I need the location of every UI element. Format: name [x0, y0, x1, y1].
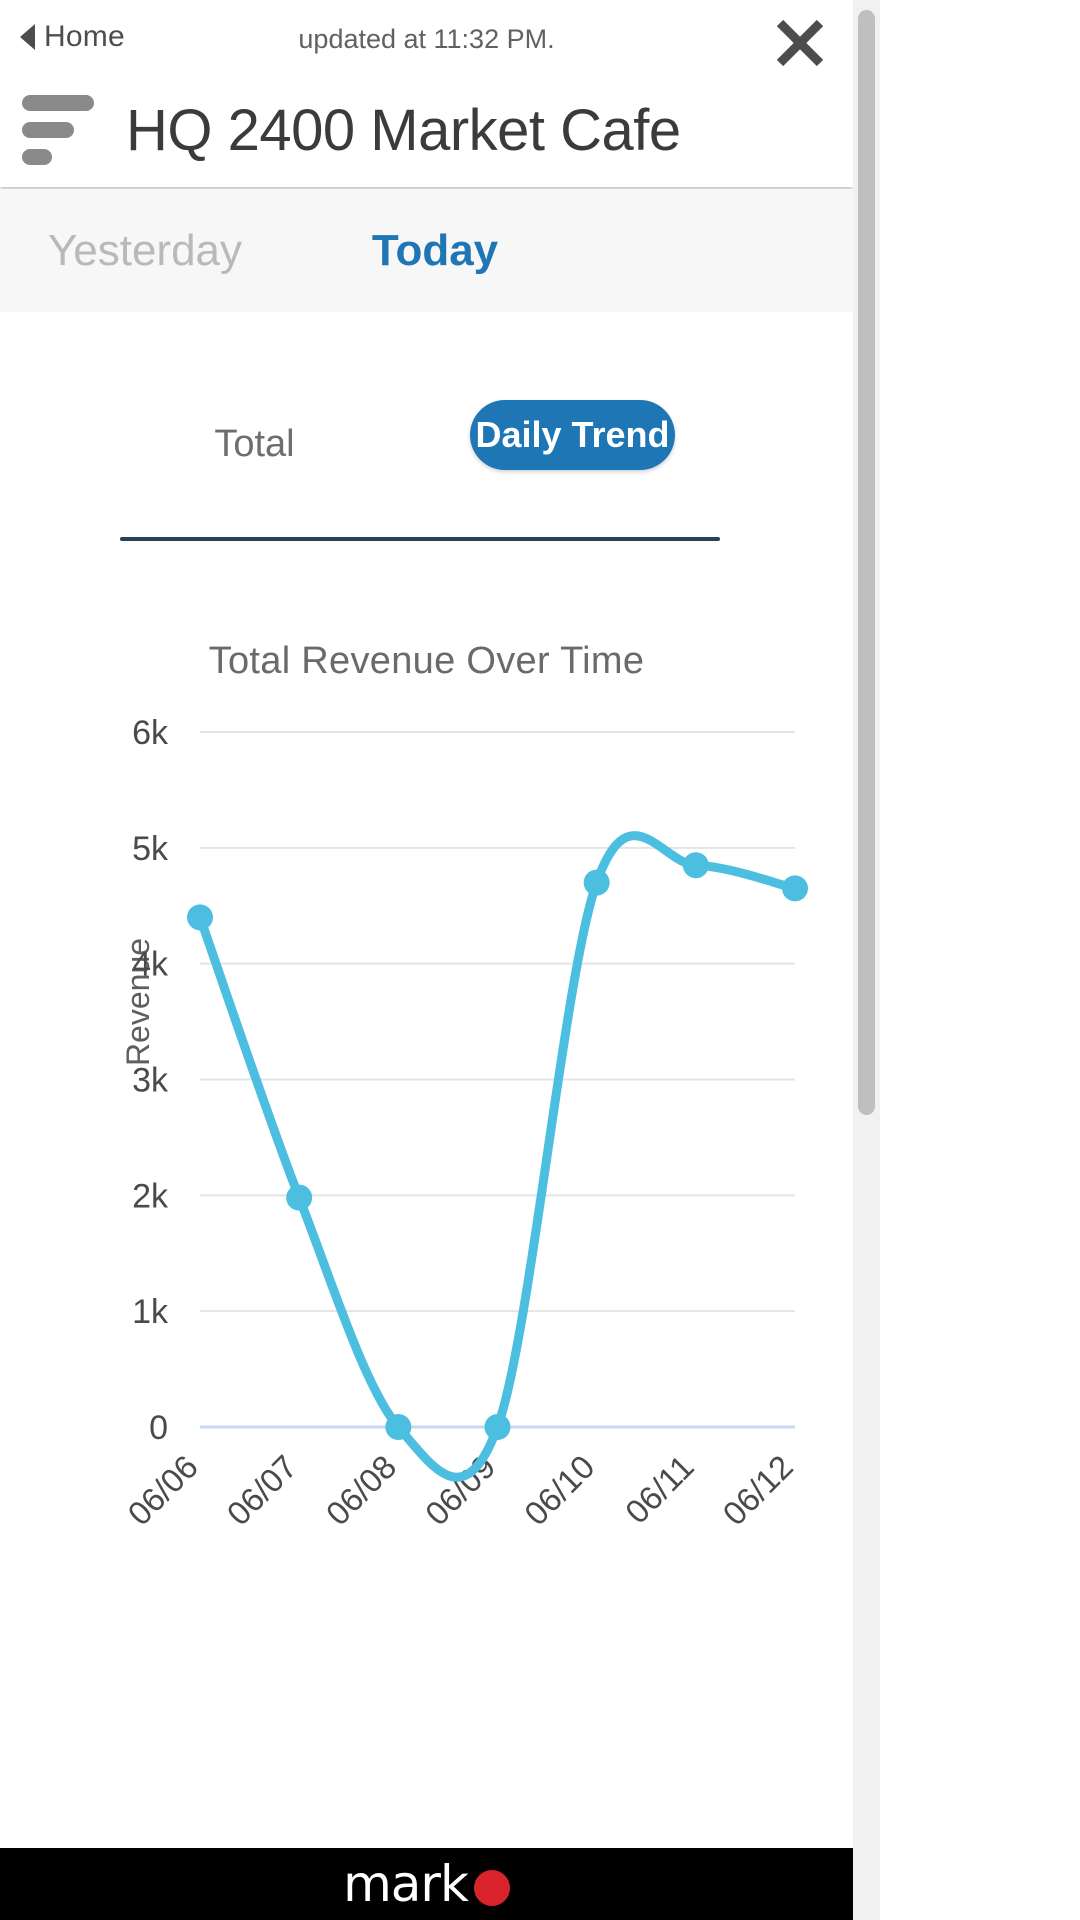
chart-plot-area[interactable]: 6k 5k 4k 3k 2k 1k 0 06/06 06/07 06/08 06/09 06/10 0… — [0, 692, 853, 1752]
y-tick-label: 5k — [132, 830, 169, 868]
x-tick-label: 06/06 — [120, 1448, 205, 1533]
report-screen: Home updated at 11:32 PM. HQ 2400 Market… — [0, 0, 853, 1920]
line-chart-svg: 6k 5k 4k 3k 2k 1k 0 06/06 06/07 06/08 06/09 06/10 0… — [120, 714, 808, 1533]
y-tick-label: 3k — [132, 1062, 169, 1100]
header-topbar: Home updated at 11:32 PM. — [0, 0, 853, 78]
data-point — [484, 1414, 511, 1440]
tab-yesterday-label: Yesterday — [47, 225, 243, 275]
x-tick-label: 06/11 — [618, 1448, 701, 1531]
updated-timestamp: updated at 11:32 PM. — [298, 24, 555, 54]
x-tick-label: 06/08 — [319, 1448, 404, 1533]
brand-footer: mark — [0, 1848, 853, 1920]
revenue-chart-card: Total Revenue Over Time Revenue 6k 5k 4k 3k… — [0, 612, 853, 1762]
section-divider — [120, 537, 720, 541]
data-point — [286, 1184, 313, 1211]
y-tick-label: 6k — [132, 714, 169, 752]
tab-today[interactable]: Today — [290, 189, 580, 312]
header-title-row: HQ 2400 Market Cafe — [0, 78, 853, 182]
toggle-daily-trend[interactable]: Daily Trend — [470, 400, 675, 470]
data-point — [187, 904, 213, 931]
page-title: HQ 2400 Market Cafe — [126, 97, 681, 163]
chart-title: Total Revenue Over Time — [208, 640, 645, 682]
toggle-total-label: Total — [214, 422, 295, 465]
toggle-daily-trend-label: Daily Trend — [475, 414, 670, 455]
marko-logo: mark — [343, 1855, 510, 1913]
day-tab-bar: Yesterday Today — [0, 189, 853, 312]
x-tick-label: 06/07 — [220, 1448, 305, 1533]
revenue-line — [195, 831, 800, 1482]
y-tick-label: 2k — [132, 1177, 169, 1215]
y-tick-label: 1k — [132, 1293, 169, 1331]
report-content: Total Daily Trend Total Revenue Over Tim… — [0, 312, 853, 1812]
marko-logo-word: mark — [343, 1855, 469, 1913]
data-point — [682, 852, 709, 879]
x-tick-label: 06/12 — [715, 1448, 800, 1533]
y-tick-label: 4k — [132, 946, 169, 984]
app-header: Home updated at 11:32 PM. HQ 2400 Market… — [0, 0, 853, 187]
chart-gridlines — [200, 731, 795, 1429]
bar-chart-icon — [22, 94, 98, 166]
tab-yesterday[interactable]: Yesterday — [0, 189, 290, 312]
y-tick-label: 0 — [149, 1409, 168, 1447]
chart-x-tick-labels: 06/06 06/07 06/08 06/09 06/10 06/11 06/12 — [120, 1448, 800, 1533]
view-toggle-group: Total Daily Trend — [0, 390, 853, 500]
tab-today-label: Today — [371, 225, 499, 275]
viewport-right-padding — [880, 0, 1080, 1920]
marko-logo-dot-icon — [473, 1870, 510, 1906]
close-icon — [776, 19, 824, 67]
data-point — [782, 875, 808, 902]
x-tick-label: 06/10 — [517, 1448, 602, 1533]
data-point — [583, 869, 610, 896]
toggle-total[interactable]: Total — [142, 412, 367, 476]
data-point — [385, 1414, 412, 1440]
chart-y-tick-labels: 6k 5k 4k 3k 2k 1k 0 — [132, 714, 169, 1447]
close-button[interactable] — [769, 12, 831, 74]
scrollbar-thumb[interactable] — [858, 10, 875, 1115]
